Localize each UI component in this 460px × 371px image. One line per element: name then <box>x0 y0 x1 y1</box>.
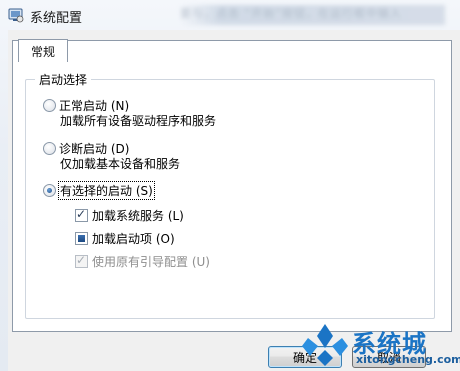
normal-startup-radio[interactable] <box>43 99 56 112</box>
watermark-url: xitongcheng.com <box>356 353 460 366</box>
diagnostic-startup-radio[interactable] <box>43 142 56 155</box>
system-config-icon <box>8 8 24 23</box>
selective-startup-option[interactable]: 有选择的启动 (S) <box>43 181 155 200</box>
watermark: 系统城 xitongcheng.com <box>300 322 460 371</box>
use-original-boot-config-option: 使用原有引导配置 (U) <box>75 253 210 270</box>
load-system-services-label: 加载系统服务 (L) <box>92 209 184 223</box>
startup-selection-label: 启动选择 <box>35 71 92 88</box>
load-startup-items-checkbox[interactable] <box>75 232 88 245</box>
use-original-boot-config-label: 使用原有引导配置 (U) <box>92 255 210 269</box>
selective-startup-label: 有选择的启动 (S) <box>58 181 155 200</box>
tab-general[interactable]: 常规 <box>18 39 69 62</box>
title-bar[interactable]: 系统配置 要与，点击 “开始”按钮，在运行框中输入 <box>0 0 460 30</box>
load-system-services-option[interactable]: 加载系统服务 (L) <box>75 207 184 224</box>
use-original-boot-config-checkbox <box>75 253 88 268</box>
general-tab-panel: 启动选择 正常启动 (N) 加载所有设备驱动程序和服务 诊断启动 (D) 仅加载… <box>12 40 452 332</box>
title-overlay-text: 要与，点击 “开始”按钮，在运行框中输入 <box>180 5 445 25</box>
selective-startup-radio[interactable] <box>43 184 56 197</box>
load-startup-items-option[interactable]: 加载启动项 (O) <box>75 230 175 247</box>
window-title: 系统配置 <box>30 11 83 26</box>
system-config-window: 系统配置 要与，点击 “开始”按钮，在运行框中输入 常规 引导 服务 启动 工具… <box>0 0 460 371</box>
watermark-logo-icon <box>302 324 348 366</box>
diagnostic-startup-description: 仅加载基本设备和服务 <box>60 157 181 171</box>
normal-startup-description: 加载所有设备驱动程序和服务 <box>60 114 217 128</box>
load-startup-items-label: 加载启动项 (O) <box>92 232 175 246</box>
load-system-services-checkbox[interactable] <box>75 207 88 222</box>
